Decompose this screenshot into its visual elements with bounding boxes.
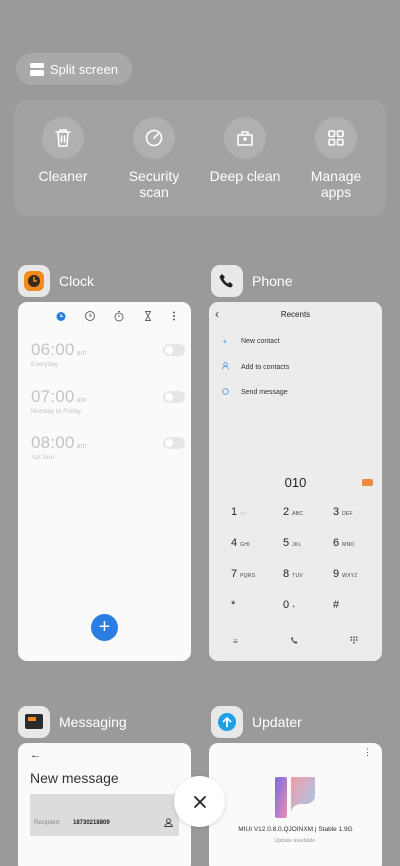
- dial-key-5[interactable]: 5 JKL: [283, 537, 333, 549]
- dial-key-4[interactable]: 4 GHI: [231, 537, 281, 549]
- security-scan-label: Security scan: [128, 168, 180, 200]
- menu-icon[interactable]: ≡: [233, 637, 238, 646]
- add-alarm-button[interactable]: +: [91, 614, 118, 641]
- messaging-app-icon: [18, 706, 50, 738]
- update-version: MIUI V12.0.8.0.QJOINXM | Stable 1.9G: [238, 826, 353, 833]
- dial-key-0[interactable]: 0 +: [283, 599, 333, 611]
- clock-app-header[interactable]: Clock: [18, 265, 94, 297]
- alarm-item[interactable]: 07:00 am Monday to Friday: [31, 387, 185, 423]
- alarm-time: 06:00 am: [31, 340, 87, 359]
- phone-app-name: Phone: [252, 273, 293, 289]
- send-message-label: Send message: [241, 389, 288, 396]
- alarm-toggle[interactable]: [163, 437, 185, 449]
- messaging-app-name: Messaging: [59, 714, 127, 730]
- updater-app-name: Updater: [252, 714, 302, 730]
- trash-icon: [42, 117, 84, 159]
- add-to-contacts-label: Add to contacts: [241, 363, 290, 371]
- dial-key-7[interactable]: 7 PQRS: [231, 568, 281, 580]
- dial-key-1[interactable]: 1 ◌◌: [231, 506, 281, 518]
- more-menu-icon[interactable]: ⋮: [363, 747, 372, 758]
- send-message-action[interactable]: Send message: [221, 388, 288, 397]
- alarm-time: 08:00 am: [31, 433, 87, 452]
- phone-app-card[interactable]: ‹ Recents + New contact Add to contacts …: [209, 302, 382, 661]
- dial-key-3[interactable]: 3 DEF: [333, 506, 382, 518]
- split-screen-icon: [30, 62, 44, 76]
- shield-gauge-icon: [133, 117, 175, 159]
- manage-apps-button[interactable]: Manage apps: [291, 117, 381, 200]
- stopwatch-tab-icon[interactable]: [113, 310, 125, 322]
- recipient-value: 18730218809: [73, 820, 110, 826]
- messaging-app-card[interactable]: ← New message Recipient: 18730218809: [18, 743, 191, 866]
- phone-app-header[interactable]: Phone: [211, 265, 292, 297]
- world-clock-tab-icon[interactable]: [84, 310, 96, 322]
- close-icon: [193, 795, 206, 808]
- phone-app-icon: [211, 265, 243, 297]
- call-icon[interactable]: [290, 636, 299, 645]
- alarm-toggle[interactable]: [163, 391, 185, 403]
- timer-tab-icon[interactable]: [142, 310, 154, 322]
- plus-icon: +: [222, 337, 228, 346]
- recents-title: Recents: [280, 310, 311, 319]
- deep-clean-button[interactable]: Deep clean: [200, 117, 290, 184]
- alarm-tab-icon[interactable]: [55, 310, 67, 322]
- dial-key-hash[interactable]: #: [333, 599, 382, 611]
- updater-app-icon: [211, 706, 243, 738]
- more-menu-icon[interactable]: [168, 310, 180, 322]
- quick-tools-panel: Cleaner Security scan Deep clean Manage ap…: [14, 100, 386, 216]
- cleaner-button[interactable]: Cleaner: [18, 117, 108, 184]
- messaging-app-header[interactable]: Messaging: [18, 706, 127, 738]
- manage-apps-label: Manage apps: [310, 168, 362, 200]
- alarm-repeat: Monday to Friday: [31, 408, 82, 415]
- split-screen-label: Split screen: [50, 61, 118, 77]
- recipient-field[interactable]: Recipient: 18730218809: [30, 794, 179, 836]
- alarm-toggle[interactable]: [163, 344, 185, 356]
- back-arrow-icon[interactable]: ←: [30, 749, 41, 761]
- alarm-repeat: Sat Sun: [31, 454, 55, 461]
- dial-key-6[interactable]: 6 MNO: [333, 537, 382, 549]
- alarm-item[interactable]: 08:00 am Sat Sun: [31, 433, 185, 469]
- alarm-time: 07:00 am: [31, 387, 87, 406]
- alarm-item[interactable]: 06:00 am Everyday: [31, 340, 185, 376]
- message-icon: [221, 388, 229, 397]
- dial-key-9[interactable]: 9 WXYZ: [333, 568, 382, 580]
- updater-app-header[interactable]: Updater: [211, 706, 302, 738]
- split-screen-button[interactable]: Split screen: [16, 53, 132, 85]
- new-contact-action[interactable]: + New contact: [221, 337, 280, 346]
- backspace-icon[interactable]: [362, 479, 373, 486]
- clock-tabs: [18, 310, 191, 324]
- dialed-number: 010: [284, 475, 307, 490]
- new-message-title: New message: [30, 770, 119, 786]
- clock-app-card[interactable]: 06:00 am Everyday 07:00 am Monday to Frida…: [18, 302, 191, 661]
- alarm-repeat: Everyday: [31, 361, 59, 368]
- clock-app-icon: [18, 265, 50, 297]
- dialpad-icon[interactable]: [350, 636, 358, 644]
- contact-picker-icon[interactable]: [164, 818, 173, 827]
- person-icon: [221, 362, 229, 372]
- add-to-contacts-action[interactable]: Add to contacts: [221, 362, 289, 372]
- dial-key-star[interactable]: *: [231, 599, 281, 611]
- clock-app-name: Clock: [59, 273, 95, 289]
- update-status: Update available.: [274, 838, 317, 844]
- cleaner-label: Cleaner: [38, 168, 88, 184]
- security-scan-button[interactable]: Security scan: [109, 117, 199, 200]
- briefcase-clean-icon: [224, 117, 266, 159]
- clear-all-button[interactable]: [174, 776, 225, 827]
- deep-clean-label: Deep clean: [209, 168, 281, 184]
- updater-app-card[interactable]: ⋮ MIUI V12.0.8.0.QJOINXM | Stable 1.9G U…: [209, 743, 382, 866]
- miui-12-logo: [275, 777, 315, 818]
- grid-apps-icon: [315, 117, 357, 159]
- new-contact-label: New contact: [241, 338, 280, 345]
- dial-key-8[interactable]: 8 TUV: [283, 568, 333, 580]
- recipient-label: Recipient:: [34, 820, 61, 826]
- dial-key-2[interactable]: 2 ABC: [283, 506, 333, 518]
